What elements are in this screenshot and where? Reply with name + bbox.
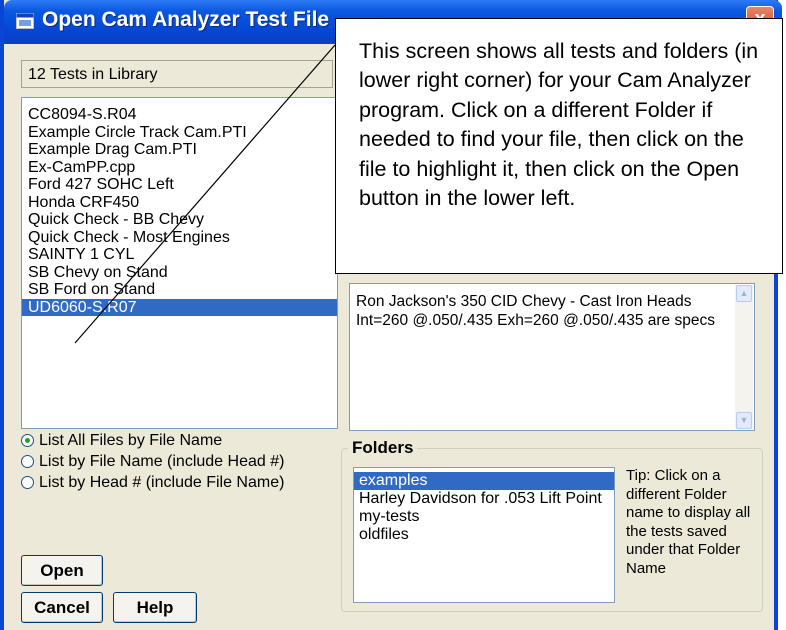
folder-list-item[interactable]: examples: [354, 472, 614, 490]
file-list-item[interactable]: UD6060-S.R07: [22, 298, 337, 316]
sort-option-label: List All Files by File Name: [39, 432, 223, 449]
test-notes: Ron Jackson's 350 CID Chevy - Cast Iron …: [356, 292, 715, 330]
file-list[interactable]: CC8094-S.R04 Example Circle Track Cam.PTI…: [21, 97, 338, 429]
open-button[interactable]: Open: [21, 555, 103, 586]
file-list-item[interactable]: CC8094-S.R04: [22, 106, 337, 124]
scroll-up-icon[interactable]: ▲: [736, 285, 752, 302]
file-list-item[interactable]: SB Ford on Stand: [22, 281, 337, 299]
file-list-item[interactable]: Quick Check - Most Engines: [22, 229, 337, 247]
cancel-button[interactable]: Cancel: [21, 592, 103, 623]
notes-line: Int=260 @.050/.435 Exh=260 @.050/.435 ar…: [356, 312, 715, 329]
library-count: 12 Tests in Library: [21, 60, 333, 88]
file-list-item[interactable]: SB Chevy on Stand: [22, 264, 337, 282]
radio-icon[interactable]: [21, 455, 34, 468]
folder-list-item[interactable]: Harley Davidson for .053 Lift Point: [354, 490, 614, 508]
file-list-item[interactable]: Honda CRF450: [22, 194, 337, 212]
folder-list-item[interactable]: my-tests: [354, 508, 614, 526]
folder-list-item[interactable]: oldfiles: [354, 526, 614, 544]
annotation-callout: This screen shows all tests and folders …: [335, 18, 783, 274]
sort-option-head-file-name[interactable]: List by Head # (include File Name): [21, 472, 284, 494]
file-list-item[interactable]: Quick Check - BB Chevy: [22, 211, 337, 229]
notes-scrollbar[interactable]: ▲ ▼: [735, 285, 753, 429]
sort-option-file-name-head[interactable]: List by File Name (include Head #): [21, 451, 284, 473]
file-list-item[interactable]: Ex-CamPP.cpp: [22, 159, 337, 177]
file-list-item[interactable]: Ford 427 SOHC Left: [22, 176, 337, 194]
callout-text: This screen shows all tests and folders …: [359, 39, 759, 211]
radio-icon[interactable]: [21, 434, 34, 447]
folders-label: Folders: [348, 438, 418, 458]
scroll-down-icon[interactable]: ▼: [736, 412, 752, 429]
test-notes-box[interactable]: Ron Jackson's 350 CID Chevy - Cast Iron …: [349, 283, 755, 431]
file-list-item[interactable]: Example Drag Cam.PTI: [22, 141, 337, 159]
file-list-item[interactable]: Example Circle Track Cam.PTI: [22, 124, 337, 142]
app-window-icon: [16, 13, 34, 29]
file-list-item[interactable]: SAINTY 1 CYL: [22, 246, 337, 264]
notes-line: Ron Jackson's 350 CID Chevy - Cast Iron …: [356, 293, 692, 310]
radio-icon[interactable]: [21, 476, 34, 489]
folder-list[interactable]: examples Harley Davidson for .053 Lift Po…: [353, 467, 615, 603]
sort-option-label: List by Head # (include File Name): [39, 474, 285, 491]
help-button[interactable]: Help: [113, 592, 197, 623]
sort-option-file-name[interactable]: List All Files by File Name: [21, 430, 222, 452]
folder-tip: Tip: Click on a different Folder name to…: [626, 467, 751, 577]
sort-option-label: List by File Name (include Head #): [39, 453, 285, 470]
window-title: Open Cam Analyzer Test File: [42, 8, 330, 31]
